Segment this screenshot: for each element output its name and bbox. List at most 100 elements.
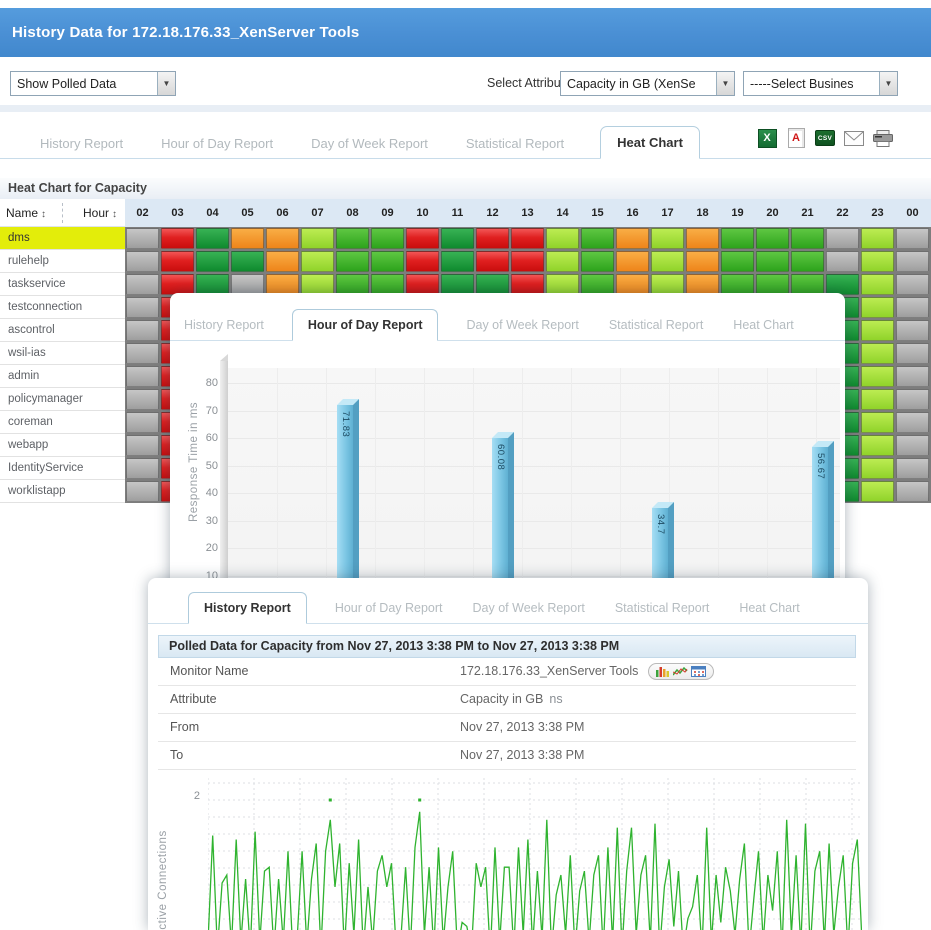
heat-cell-testconnection-23 bbox=[861, 297, 894, 318]
csv-export-icon[interactable]: CSV bbox=[815, 128, 835, 148]
heat-row-name-coreman[interactable]: coreman bbox=[0, 411, 125, 434]
tab-heat-chart[interactable]: Heat Chart bbox=[737, 593, 801, 623]
tab-statistical-report[interactable]: Statistical Report bbox=[607, 310, 705, 340]
tab-day-of-week-report[interactable]: Day of Week Report bbox=[464, 310, 580, 340]
table-view-icon[interactable] bbox=[691, 666, 706, 677]
hour-header-16[interactable]: 16 bbox=[615, 199, 650, 227]
hour-header-10[interactable]: 10 bbox=[405, 199, 440, 227]
line-chart-y-tick: 2 bbox=[186, 790, 200, 802]
hour-header-18[interactable]: 18 bbox=[685, 199, 720, 227]
chart-view-switcher[interactable] bbox=[648, 663, 714, 680]
tab-statistical-report[interactable]: Statistical Report bbox=[464, 128, 566, 159]
heat-row-name-wsil-ias[interactable]: wsil-ias bbox=[0, 342, 125, 365]
heat-cell-webapp-23 bbox=[861, 435, 894, 456]
dropdown-arrow-icon[interactable]: ▼ bbox=[157, 72, 175, 95]
business-view-select[interactable]: -----Select Busines ▼ bbox=[743, 71, 898, 96]
heat-cell-dms-03 bbox=[161, 228, 194, 249]
heat-row-name-ascontrol[interactable]: ascontrol bbox=[0, 319, 125, 342]
h-gridline bbox=[228, 466, 840, 467]
heat-row-name-identityservice[interactable]: IdentityService bbox=[0, 457, 125, 480]
heat-cell-identityservice-02 bbox=[126, 458, 159, 479]
tab-history-report[interactable]: History Report bbox=[188, 592, 307, 624]
heat-cell-taskservice-20 bbox=[756, 274, 789, 295]
excel-glyph: X bbox=[758, 129, 777, 148]
hour-header-05[interactable]: 05 bbox=[230, 199, 265, 227]
hour-header-20[interactable]: 20 bbox=[755, 199, 790, 227]
y-tick-30: 30 bbox=[180, 515, 218, 527]
hour-header-17[interactable]: 17 bbox=[650, 199, 685, 227]
heat-row-name-policymanager[interactable]: policymanager bbox=[0, 388, 125, 411]
h-gridline bbox=[228, 521, 840, 522]
hour-header-23[interactable]: 23 bbox=[860, 199, 895, 227]
heat-row-name-rulehelp[interactable]: rulehelp bbox=[0, 250, 125, 273]
heat-row-name-testconnection[interactable]: testconnection bbox=[0, 296, 125, 319]
heat-cell-rulehelp-16 bbox=[616, 251, 649, 272]
heat-cell-taskservice-16 bbox=[616, 274, 649, 295]
hour-header-14[interactable]: 14 bbox=[545, 199, 580, 227]
heat-cell-rulehelp-19 bbox=[721, 251, 754, 272]
hour-header-13[interactable]: 13 bbox=[510, 199, 545, 227]
field-value-text: 172.18.176.33_XenServer Tools bbox=[460, 658, 638, 685]
tab-history-report[interactable]: History Report bbox=[38, 128, 125, 159]
hour-header-11[interactable]: 11 bbox=[440, 199, 475, 227]
hour-header-09[interactable]: 09 bbox=[370, 199, 405, 227]
print-icon[interactable] bbox=[873, 128, 893, 148]
heat-row-name-admin[interactable]: admin bbox=[0, 365, 125, 388]
field-label-to: To bbox=[170, 742, 183, 769]
hour-header-04[interactable]: 04 bbox=[195, 199, 230, 227]
heat-cell-admin-23 bbox=[861, 366, 894, 387]
heat-row-name-worklistapp[interactable]: worklistapp bbox=[0, 480, 125, 503]
hour-header-02[interactable]: 02 bbox=[125, 199, 160, 227]
hour-header-21[interactable]: 21 bbox=[790, 199, 825, 227]
heat-chart-title: Heat Chart for Capacity bbox=[8, 178, 147, 199]
heat-cell-taskservice-17 bbox=[651, 274, 684, 295]
history-data-window: History Data for 172.18.176.33_XenServer… bbox=[0, 0, 931, 930]
history-report-popup: History Report Hour of Day Report Day of W… bbox=[148, 578, 868, 930]
excel-export-icon[interactable]: X bbox=[757, 128, 777, 148]
heat-cell-rulehelp-13 bbox=[511, 251, 544, 272]
heat-cell-taskservice-08 bbox=[336, 274, 369, 295]
tab-day-of-week-report[interactable]: Day of Week Report bbox=[471, 593, 587, 623]
tab-heat-chart[interactable]: Heat Chart bbox=[731, 310, 795, 340]
heat-cell-taskservice-23 bbox=[861, 274, 894, 295]
heat-cell-ascontrol-23 bbox=[861, 320, 894, 341]
pdf-export-icon[interactable]: A bbox=[786, 128, 806, 148]
dropdown-arrow-icon[interactable]: ▼ bbox=[716, 72, 734, 95]
email-icon[interactable] bbox=[844, 128, 864, 148]
tab-hour-of-day-report[interactable]: Hour of Day Report bbox=[333, 593, 445, 623]
hour-header-22[interactable]: 22 bbox=[825, 199, 860, 227]
heat-name-header-cell: Name↕ Hour↕ bbox=[0, 199, 125, 227]
heat-cell-taskservice-18 bbox=[686, 274, 719, 295]
hour-header-15[interactable]: 15 bbox=[580, 199, 615, 227]
hour-header-03[interactable]: 03 bbox=[160, 199, 195, 227]
tab-statistical-report[interactable]: Statistical Report bbox=[613, 593, 711, 623]
tab-hour-of-day-report[interactable]: Hour of Day Report bbox=[292, 309, 439, 341]
tab-heat-chart[interactable]: Heat Chart bbox=[600, 126, 700, 159]
hour-header-08[interactable]: 08 bbox=[335, 199, 370, 227]
tab-history-report[interactable]: History Report bbox=[182, 310, 266, 340]
hour-sort-header[interactable]: Hour↕ bbox=[83, 199, 117, 229]
tab-day-of-week-report[interactable]: Day of Week Report bbox=[309, 128, 430, 159]
heat-cell-dms-21 bbox=[791, 228, 824, 249]
heat-cell-taskservice-13 bbox=[511, 274, 544, 295]
show-data-select[interactable]: Show Polled Data ▼ bbox=[10, 71, 176, 96]
heat-cell-coreman-00 bbox=[896, 412, 929, 433]
hour-header-06[interactable]: 06 bbox=[265, 199, 300, 227]
tab-hour-of-day-report[interactable]: Hour of Day Report bbox=[159, 128, 275, 159]
bar-chart-view-icon[interactable] bbox=[656, 666, 670, 677]
heat-cell-admin-00 bbox=[896, 366, 929, 387]
heat-cell-dms-10 bbox=[406, 228, 439, 249]
hour-header-12[interactable]: 12 bbox=[475, 199, 510, 227]
heat-row-name-webapp[interactable]: webapp bbox=[0, 434, 125, 457]
hour-header-19[interactable]: 19 bbox=[720, 199, 755, 227]
heat-row-name-taskservice[interactable]: taskservice bbox=[0, 273, 125, 296]
heat-cell-rulehelp-10 bbox=[406, 251, 439, 272]
line-chart-view-icon[interactable] bbox=[673, 666, 688, 677]
heat-row-name-dms[interactable]: dms bbox=[0, 227, 125, 250]
hour-header-07[interactable]: 07 bbox=[300, 199, 335, 227]
hour-header-00[interactable]: 00 bbox=[895, 199, 930, 227]
heat-cell-wsil-ias-23 bbox=[861, 343, 894, 364]
attribute-select[interactable]: Capacity in GB (XenSe ▼ bbox=[560, 71, 735, 96]
name-sort-header[interactable]: Name↕ bbox=[6, 199, 46, 229]
dropdown-arrow-icon[interactable]: ▼ bbox=[879, 72, 897, 95]
